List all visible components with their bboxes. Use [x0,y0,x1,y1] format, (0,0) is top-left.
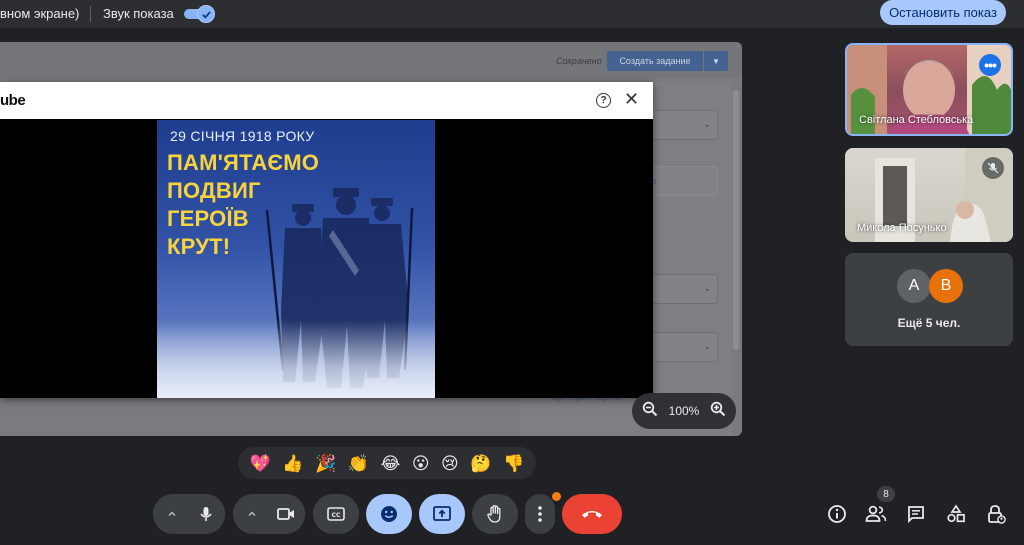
activities-icon[interactable] [944,502,968,526]
reaction-sad[interactable]: 😢 [441,455,459,472]
divider [90,6,91,22]
zoom-out-icon[interactable] [642,401,658,422]
youtube-dialog: ube ? ✕ 29 СІЧНЯ 1918 РОКУ ПАМ'ЯТАЄМО ПО… [0,82,653,398]
notification-dot [552,492,561,501]
video-poster[interactable]: 29 СІЧНЯ 1918 РОКУ ПАМ'ЯТАЄМО ПОДВИГ ГЕР… [157,120,435,398]
fullscreen-label: вном экране) [0,6,80,21]
chevron-down-icon[interactable]: ▼ [704,51,728,71]
mic-button[interactable] [186,494,225,534]
reaction-clap[interactable]: 👏 [348,455,369,472]
avatar: A [897,269,931,303]
reactions-bar: 💖 👍 🎉 👏 😂 😮 😢 🤔 👎 [238,447,536,479]
more-options-icon[interactable]: ••• [979,54,1001,76]
present-button[interactable] [419,494,465,534]
sound-label: Звук показа [103,6,174,21]
camera-options-chevron-up-icon[interactable] [240,494,264,534]
participant-name: Світлана Стебловська [859,114,974,126]
captions-icon: CC [327,507,345,521]
others-count: Ещё 5 чел. [897,316,961,330]
create-assignment-button[interactable]: Создать задание [607,51,703,71]
info-icon[interactable] [825,502,849,526]
reaction-thumbs-up[interactable]: 👍 [282,455,303,472]
document-toolbar: Сохранено Создать задание ▼ [0,42,742,78]
emoji-icon [381,506,397,522]
participant-tile[interactable]: ••• Світлана Стебловська [845,43,1013,136]
chevron-down-icon: ⌄ [703,341,711,351]
others-tile[interactable]: A B Ещё 5 чел. [845,253,1013,346]
mic-options-chevron-up-icon[interactable] [160,494,184,534]
participant-tile[interactable]: Микола Посунько [845,148,1013,242]
saved-status: Сохранено [556,56,602,66]
dialog-title: ube [0,92,26,109]
zoom-in-icon[interactable] [710,401,726,422]
zoom-value: 100% [668,404,700,418]
chat-icon[interactable] [904,502,928,526]
people-icon[interactable] [864,502,888,526]
avatar: B [929,269,963,303]
camera-button[interactable] [266,494,305,534]
host-controls-icon[interactable] [984,502,1008,526]
captions-button[interactable]: CC [313,494,359,534]
zoom-control: 100% [632,393,736,429]
dialog-header: ube ? ✕ [0,82,653,119]
close-icon[interactable]: ✕ [624,89,639,110]
hang-up-icon [582,511,602,518]
reaction-thumbs-down[interactable]: 👎 [503,455,524,472]
camera-icon [276,508,294,520]
people-count-badge: 8 [877,486,895,502]
mic-off-icon [982,157,1004,179]
raise-hand-icon [487,504,501,523]
leave-call-button[interactable] [562,494,622,534]
check-icon [197,5,215,23]
emoji-button[interactable] [366,494,412,534]
question-circle-icon[interactable]: ? [596,93,611,108]
chevron-down-icon: ⌄ [703,119,711,129]
top-bar: вном экране) Звук показа Остановить пока… [0,0,1024,28]
chevron-down-icon: ⌄ [703,283,711,293]
stop-presenting-button[interactable]: Остановить показ [880,0,1006,25]
present-screen-icon [433,506,451,521]
reaction-thinking[interactable]: 🤔 [470,455,491,472]
sound-toggle[interactable] [184,5,215,23]
more-options-button[interactable] [525,494,555,534]
participant-name: Микола Посунько [857,222,947,234]
mist-overlay [157,320,435,398]
mic-icon [199,507,212,521]
svg-text:CC: CC [332,512,341,519]
reaction-surprised[interactable]: 😮 [412,455,430,472]
raise-hand-button[interactable] [472,494,518,534]
reaction-laugh[interactable]: 😂 [380,455,400,472]
reaction-party[interactable]: 🎉 [315,455,336,472]
document-scrollbar[interactable] [733,90,739,350]
reaction-heart[interactable]: 💖 [250,455,271,472]
more-vert-icon [538,506,542,522]
